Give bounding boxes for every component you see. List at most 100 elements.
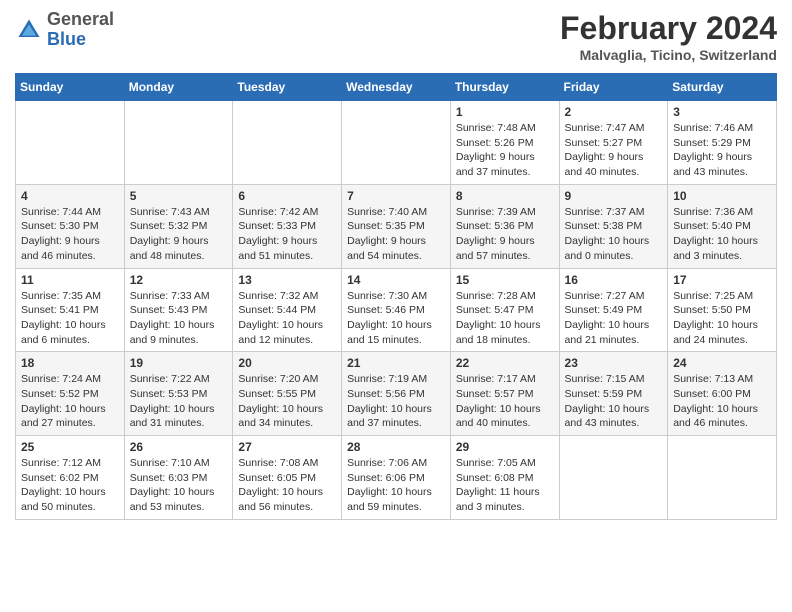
- day-info: Sunrise: 7:24 AMSunset: 5:52 PMDaylight:…: [21, 372, 119, 431]
- day-number: 4: [21, 189, 119, 203]
- day-of-week-header: Sunday: [16, 74, 125, 101]
- day-info: Sunrise: 7:33 AMSunset: 5:43 PMDaylight:…: [130, 289, 228, 348]
- day-number: 21: [347, 356, 445, 370]
- calendar-cell: [16, 101, 125, 185]
- calendar-week-row: 1 Sunrise: 7:48 AMSunset: 5:26 PMDaylight…: [16, 101, 777, 185]
- day-number: 24: [673, 356, 771, 370]
- calendar-cell: 20Sunrise: 7:20 AMSunset: 5:55 PMDayligh…: [233, 352, 342, 436]
- calendar-cell: 11 Sunrise: 7:35 AMSunset: 5:41 PMDayligh…: [16, 268, 125, 352]
- day-info: Sunrise: 7:06 AMSunset: 6:06 PMDaylight:…: [347, 456, 445, 515]
- calendar-cell: 14 Sunrise: 7:30 AMSunset: 5:46 PMDayligh…: [342, 268, 451, 352]
- day-number: 18: [21, 356, 119, 370]
- day-info: Sunrise: 7:05 AMSunset: 6:08 PMDaylight:…: [456, 456, 554, 515]
- day-number: 13: [238, 273, 336, 287]
- day-info: Sunrise: 7:27 AMSunset: 5:49 PMDaylight:…: [565, 289, 663, 348]
- day-number: 1: [456, 105, 554, 119]
- calendar-cell: 16 Sunrise: 7:27 AMSunset: 5:49 PMDayligh…: [559, 268, 668, 352]
- day-number: 2: [565, 105, 663, 119]
- calendar-week-row: 25 Sunrise: 7:12 AMSunset: 6:02 PMDayligh…: [16, 436, 777, 520]
- day-number: 16: [565, 273, 663, 287]
- day-info: Sunrise: 7:13 AMSunset: 6:00 PMDaylight:…: [673, 372, 771, 431]
- day-info: Sunrise: 7:17 AMSunset: 5:57 PMDaylight:…: [456, 372, 554, 431]
- calendar-body: 1 Sunrise: 7:48 AMSunset: 5:26 PMDaylight…: [16, 101, 777, 520]
- day-info: Sunrise: 7:25 AMSunset: 5:50 PMDaylight:…: [673, 289, 771, 348]
- day-info: Sunrise: 7:35 AMSunset: 5:41 PMDaylight:…: [21, 289, 119, 348]
- calendar-cell: 10Sunrise: 7:36 AMSunset: 5:40 PMDayligh…: [668, 184, 777, 268]
- day-info: Sunrise: 7:20 AMSunset: 5:55 PMDaylight:…: [238, 372, 336, 431]
- title-area: February 2024 Malvaglia, Ticino, Switzer…: [560, 10, 777, 63]
- day-number: 25: [21, 440, 119, 454]
- calendar-cell: [342, 101, 451, 185]
- day-number: 9: [565, 189, 663, 203]
- day-info: Sunrise: 7:22 AMSunset: 5:53 PMDaylight:…: [130, 372, 228, 431]
- location-title: Malvaglia, Ticino, Switzerland: [560, 47, 777, 63]
- calendar-header-row: SundayMondayTuesdayWednesdayThursdayFrid…: [16, 74, 777, 101]
- day-number: 5: [130, 189, 228, 203]
- day-info: Sunrise: 7:48 AMSunset: 5:26 PMDaylight:…: [456, 121, 554, 180]
- day-of-week-header: Monday: [124, 74, 233, 101]
- day-number: 15: [456, 273, 554, 287]
- day-number: 27: [238, 440, 336, 454]
- day-info: Sunrise: 7:46 AMSunset: 5:29 PMDaylight:…: [673, 121, 771, 180]
- day-info: Sunrise: 7:37 AMSunset: 5:38 PMDaylight:…: [565, 205, 663, 264]
- calendar-cell: [124, 101, 233, 185]
- day-info: Sunrise: 7:30 AMSunset: 5:46 PMDaylight:…: [347, 289, 445, 348]
- day-number: 26: [130, 440, 228, 454]
- day-number: 19: [130, 356, 228, 370]
- day-info: Sunrise: 7:40 AMSunset: 5:35 PMDaylight:…: [347, 205, 445, 264]
- day-of-week-header: Friday: [559, 74, 668, 101]
- day-number: 14: [347, 273, 445, 287]
- calendar-cell: 5 Sunrise: 7:43 AMSunset: 5:32 PMDaylight…: [124, 184, 233, 268]
- day-of-week-header: Thursday: [450, 74, 559, 101]
- calendar-cell: [559, 436, 668, 520]
- calendar-table: SundayMondayTuesdayWednesdayThursdayFrid…: [15, 73, 777, 520]
- calendar-week-row: 4 Sunrise: 7:44 AMSunset: 5:30 PMDaylight…: [16, 184, 777, 268]
- calendar-cell: 23Sunrise: 7:15 AMSunset: 5:59 PMDayligh…: [559, 352, 668, 436]
- calendar-cell: 22 Sunrise: 7:17 AMSunset: 5:57 PMDayligh…: [450, 352, 559, 436]
- day-info: Sunrise: 7:32 AMSunset: 5:44 PMDaylight:…: [238, 289, 336, 348]
- day-number: 11: [21, 273, 119, 287]
- calendar-cell: 3 Sunrise: 7:46 AMSunset: 5:29 PMDaylight…: [668, 101, 777, 185]
- header: General Blue February 2024 Malvaglia, Ti…: [15, 10, 777, 63]
- calendar-cell: 9 Sunrise: 7:37 AMSunset: 5:38 PMDaylight…: [559, 184, 668, 268]
- day-number: 10: [673, 189, 771, 203]
- calendar-cell: 12 Sunrise: 7:33 AMSunset: 5:43 PMDayligh…: [124, 268, 233, 352]
- day-info: Sunrise: 7:15 AMSunset: 5:59 PMDaylight:…: [565, 372, 663, 431]
- day-number: 3: [673, 105, 771, 119]
- day-info: Sunrise: 7:12 AMSunset: 6:02 PMDaylight:…: [21, 456, 119, 515]
- calendar-cell: 13 Sunrise: 7:32 AMSunset: 5:44 PMDayligh…: [233, 268, 342, 352]
- day-number: 22: [456, 356, 554, 370]
- day-info: Sunrise: 7:08 AMSunset: 6:05 PMDaylight:…: [238, 456, 336, 515]
- calendar-cell: 6Sunrise: 7:42 AMSunset: 5:33 PMDaylight…: [233, 184, 342, 268]
- logo-text: General Blue: [47, 10, 114, 50]
- calendar-cell: 24 Sunrise: 7:13 AMSunset: 6:00 PMDayligh…: [668, 352, 777, 436]
- day-number: 8: [456, 189, 554, 203]
- calendar-week-row: 18 Sunrise: 7:24 AMSunset: 5:52 PMDayligh…: [16, 352, 777, 436]
- calendar-cell: 25 Sunrise: 7:12 AMSunset: 6:02 PMDayligh…: [16, 436, 125, 520]
- day-of-week-header: Saturday: [668, 74, 777, 101]
- month-title: February 2024: [560, 10, 777, 47]
- calendar-cell: [233, 101, 342, 185]
- day-info: Sunrise: 7:39 AMSunset: 5:36 PMDaylight:…: [456, 205, 554, 264]
- calendar-cell: 7 Sunrise: 7:40 AMSunset: 5:35 PMDaylight…: [342, 184, 451, 268]
- calendar-week-row: 11 Sunrise: 7:35 AMSunset: 5:41 PMDayligh…: [16, 268, 777, 352]
- day-number: 28: [347, 440, 445, 454]
- calendar-cell: [668, 436, 777, 520]
- day-of-week-header: Wednesday: [342, 74, 451, 101]
- day-info: Sunrise: 7:42 AMSunset: 5:33 PMDaylight:…: [238, 205, 336, 264]
- day-number: 12: [130, 273, 228, 287]
- calendar-cell: 26Sunrise: 7:10 AMSunset: 6:03 PMDayligh…: [124, 436, 233, 520]
- day-info: Sunrise: 7:43 AMSunset: 5:32 PMDaylight:…: [130, 205, 228, 264]
- calendar-cell: 18 Sunrise: 7:24 AMSunset: 5:52 PMDayligh…: [16, 352, 125, 436]
- day-number: 7: [347, 189, 445, 203]
- calendar-cell: 27 Sunrise: 7:08 AMSunset: 6:05 PMDayligh…: [233, 436, 342, 520]
- calendar-cell: 8 Sunrise: 7:39 AMSunset: 5:36 PMDaylight…: [450, 184, 559, 268]
- calendar-cell: 28 Sunrise: 7:06 AMSunset: 6:06 PMDayligh…: [342, 436, 451, 520]
- calendar-cell: 2Sunrise: 7:47 AMSunset: 5:27 PMDaylight…: [559, 101, 668, 185]
- day-number: 29: [456, 440, 554, 454]
- calendar-cell: 29 Sunrise: 7:05 AMSunset: 6:08 PMDayligh…: [450, 436, 559, 520]
- calendar-cell: 1 Sunrise: 7:48 AMSunset: 5:26 PMDaylight…: [450, 101, 559, 185]
- day-info: Sunrise: 7:44 AMSunset: 5:30 PMDaylight:…: [21, 205, 119, 264]
- day-info: Sunrise: 7:19 AMSunset: 5:56 PMDaylight:…: [347, 372, 445, 431]
- calendar-cell: 17Sunrise: 7:25 AMSunset: 5:50 PMDayligh…: [668, 268, 777, 352]
